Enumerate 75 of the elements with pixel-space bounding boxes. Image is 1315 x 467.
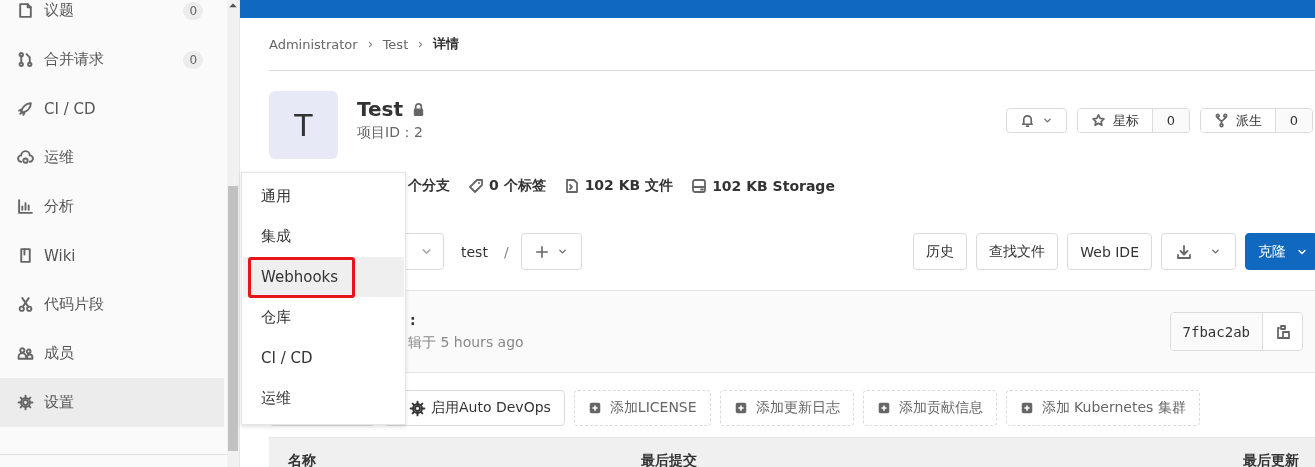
- stat-text[interactable]: 个分支: [408, 177, 450, 195]
- copy-icon: [1274, 323, 1291, 340]
- sidebar-item[interactable]: 合并请求 0: [0, 35, 225, 84]
- scissors-icon: [17, 296, 34, 313]
- sidebar-item[interactable]: 设置: [0, 378, 225, 427]
- book-icon: [17, 247, 34, 264]
- sidebar-item[interactable]: 议题 0: [0, 0, 225, 35]
- merge-request-icon: [17, 51, 34, 68]
- project-title: Test: [357, 97, 403, 121]
- commit-title: :: [409, 311, 417, 328]
- storage-icon: [691, 178, 708, 194]
- add-dropdown[interactable]: [520, 233, 582, 270]
- menu-item[interactable]: Webhooks: [243, 256, 404, 298]
- rocket-icon: [17, 100, 34, 117]
- scrollbar[interactable]: [227, 0, 239, 467]
- action-button[interactable]: 添加 Kubernetes 集群: [1005, 390, 1200, 426]
- settings-icon: [17, 394, 34, 411]
- sidebar-item[interactable]: 分析: [0, 182, 225, 231]
- commit-meta: 辑于 5 hours ago: [408, 333, 524, 352]
- plus-box-icon: [733, 401, 748, 415]
- toolbar-button[interactable]: 查找文件: [976, 233, 1059, 270]
- project-avatar: T: [269, 91, 338, 159]
- action-button[interactable]: 添加更新日志: [719, 390, 854, 426]
- sidebar-item[interactable]: CI / CD: [0, 84, 225, 133]
- count-badge: 0: [183, 50, 204, 69]
- chevron-down-icon: [556, 246, 568, 257]
- download-dropdown[interactable]: [1161, 233, 1236, 270]
- stat-text[interactable]: 0 个标签: [489, 177, 546, 195]
- tag-icon: [468, 178, 484, 194]
- clone-button[interactable]: 克隆: [1245, 233, 1315, 270]
- path-separator: /: [503, 243, 509, 260]
- menu-item[interactable]: CI / CD: [243, 337, 404, 378]
- chevron-down-icon: [1042, 115, 1053, 126]
- menu-item[interactable]: 通用: [243, 176, 404, 217]
- menu-item[interactable]: 仓库: [243, 297, 404, 338]
- action-button[interactable]: 添加贡献信息: [862, 390, 997, 426]
- file-icon: [563, 178, 580, 194]
- chevron-down-icon: [1210, 246, 1221, 257]
- plus-box-icon: [1019, 401, 1034, 415]
- sidebar-item[interactable]: 运维: [0, 133, 225, 182]
- sidebar-item[interactable]: 代码片段: [0, 280, 225, 329]
- star-count[interactable]: 0: [1152, 109, 1189, 132]
- settings-icon: [409, 399, 426, 417]
- stat-text[interactable]: 102 KB Storage: [712, 178, 835, 194]
- project-id: 项目ID：2: [357, 124, 424, 142]
- plus-icon: [534, 244, 549, 259]
- action-button[interactable]: 添加LICENSE: [573, 390, 711, 426]
- sidebar-item[interactable]: Wiki: [0, 231, 225, 280]
- fork-count[interactable]: 0: [1275, 109, 1312, 132]
- bar-chart-icon: [17, 198, 34, 215]
- stat-text[interactable]: 102 KB 文件: [584, 177, 674, 195]
- copy-button[interactable]: [1262, 313, 1302, 350]
- toolbar-button[interactable]: Web IDE: [1067, 233, 1152, 270]
- breadcrumb-link[interactable]: Administrator: [269, 36, 358, 52]
- column-header: 最后更新: [1243, 452, 1300, 467]
- breadcrumb-link[interactable]: Test: [382, 36, 409, 52]
- bell-icon: [1020, 113, 1035, 128]
- document-icon: [17, 2, 34, 19]
- toolbar-button[interactable]: 历史: [913, 233, 968, 270]
- count-badge: 0: [183, 1, 204, 20]
- fork-icon: [1214, 113, 1229, 128]
- menu-item[interactable]: 集成: [243, 216, 404, 257]
- users-icon: [17, 345, 34, 362]
- plus-box-icon: [587, 401, 602, 415]
- column-header: 最后提交: [641, 452, 698, 467]
- cloud-icon: [17, 149, 34, 166]
- sidebar-item[interactable]: 成员: [0, 329, 225, 378]
- commit-sha[interactable]: 7fbac2ab: [1170, 313, 1262, 350]
- download-icon: [1176, 243, 1192, 260]
- star-icon: [1091, 113, 1106, 128]
- column-header: 名称: [288, 452, 317, 467]
- breadcrumb-link[interactable]: 详情: [433, 35, 460, 53]
- plus-box-icon: [876, 401, 891, 415]
- path-segment[interactable]: test: [461, 243, 488, 260]
- notification-dropdown[interactable]: [1006, 108, 1067, 133]
